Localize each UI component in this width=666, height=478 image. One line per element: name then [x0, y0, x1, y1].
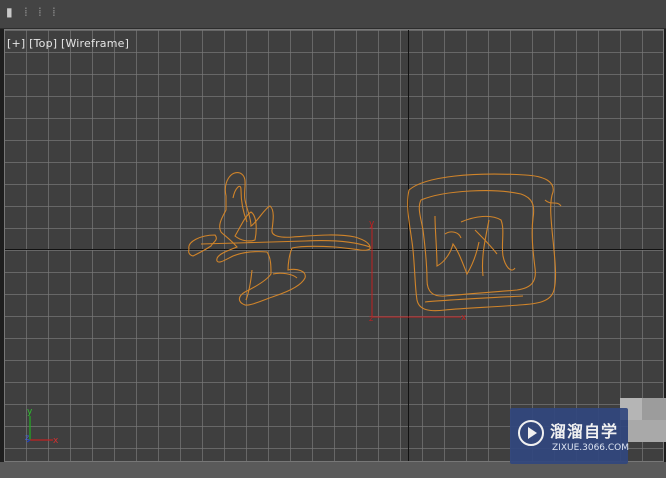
pivot-y-label: y: [369, 219, 375, 229]
play-icon: [518, 420, 544, 446]
toolbar-separator-icon: ⁞: [24, 5, 28, 19]
world-x-label: x: [53, 436, 59, 446]
app-window: ▮ ⁞ ⁞ ⁞ [+] [Top] [Wireframe] y x z y x …: [0, 0, 666, 478]
mosaic-overlay: [628, 420, 666, 442]
wireframe-scene: y x z y x z: [25, 172, 562, 446]
toolbar-handle-icon[interactable]: ▮: [6, 5, 13, 19]
pivot-x-label: x: [461, 313, 467, 323]
pivot-gizmo[interactable]: y x z: [369, 219, 467, 323]
world-axis-gizmo: y x z: [25, 407, 59, 446]
spline-character-left[interactable]: [188, 172, 371, 306]
watermark-logo: 溜溜自学 ZIXUE.3066.COM: [510, 408, 630, 464]
toolbar: ▮ ⁞ ⁞ ⁞: [0, 0, 666, 29]
top-viewport[interactable]: [+] [Top] [Wireframe] y x z y x z: [4, 29, 664, 462]
svg-text:z: z: [369, 314, 373, 323]
toolbar-separator-icon: ⁞: [52, 5, 56, 19]
spline-character-right[interactable]: [407, 173, 562, 312]
watermark-title: 溜溜自学: [550, 422, 619, 441]
status-strip: [0, 462, 666, 478]
mosaic-overlay: [642, 398, 666, 420]
svg-text:z: z: [25, 433, 29, 442]
watermark-subtitle: ZIXUE.3066.COM: [552, 443, 630, 453]
toolbar-separator-icon: ⁞: [38, 5, 42, 19]
world-y-label: y: [27, 407, 33, 417]
